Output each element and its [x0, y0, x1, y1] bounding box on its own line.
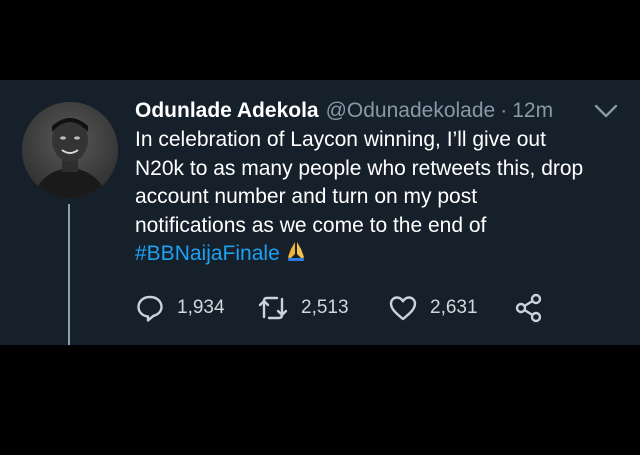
heart-icon — [388, 293, 418, 323]
author-name[interactable]: Odunlade Adekola — [135, 96, 319, 126]
separator-dot: · — [500, 99, 508, 122]
tweet-card[interactable]: Odunlade Adekola @Odunadekolade · 12m In… — [0, 80, 640, 345]
tweet-header: Odunlade Adekola @Odunadekolade · 12m — [135, 96, 553, 126]
letterbox-top — [0, 0, 640, 80]
thread-line — [68, 204, 70, 345]
share-icon — [513, 292, 545, 324]
timestamp[interactable]: 12m — [512, 96, 553, 126]
folded-hands-emoji — [286, 240, 306, 271]
chevron-down-icon[interactable] — [593, 102, 619, 120]
tweet-text-line: account number and turn on my post — [135, 185, 478, 208]
retweet-icon — [257, 293, 289, 323]
tweet-text-line: #BBNaijaFinale — [135, 240, 625, 271]
reply-count: 1,934 — [177, 297, 225, 318]
like-count: 2,631 — [430, 297, 478, 318]
tweet-text-line: N20k to as many people who retweets this… — [135, 156, 584, 180]
tweet-actions: 1,934 2,513 2,631 — [135, 290, 615, 326]
reply-button[interactable]: 1,934 — [135, 290, 225, 326]
share-button[interactable] — [513, 290, 545, 326]
avatar[interactable] — [22, 102, 118, 198]
hashtag-link[interactable]: #BBNaijaFinale — [135, 242, 280, 265]
letterbox-bottom — [0, 345, 640, 455]
tweet-text-line: notifications as we come to the end of — [135, 213, 487, 237]
retweet-count: 2,513 — [301, 297, 349, 318]
like-button[interactable]: 2,631 — [388, 290, 478, 326]
tweet-text: In celebration of Laycon winning, I’ll g… — [135, 126, 625, 271]
retweet-button[interactable]: 2,513 — [257, 290, 349, 326]
author-handle[interactable]: @Odunadekolade — [326, 96, 496, 126]
tweet-text-line: In celebration of Laycon winning, I’ll g… — [135, 128, 546, 151]
reply-icon — [135, 293, 165, 323]
